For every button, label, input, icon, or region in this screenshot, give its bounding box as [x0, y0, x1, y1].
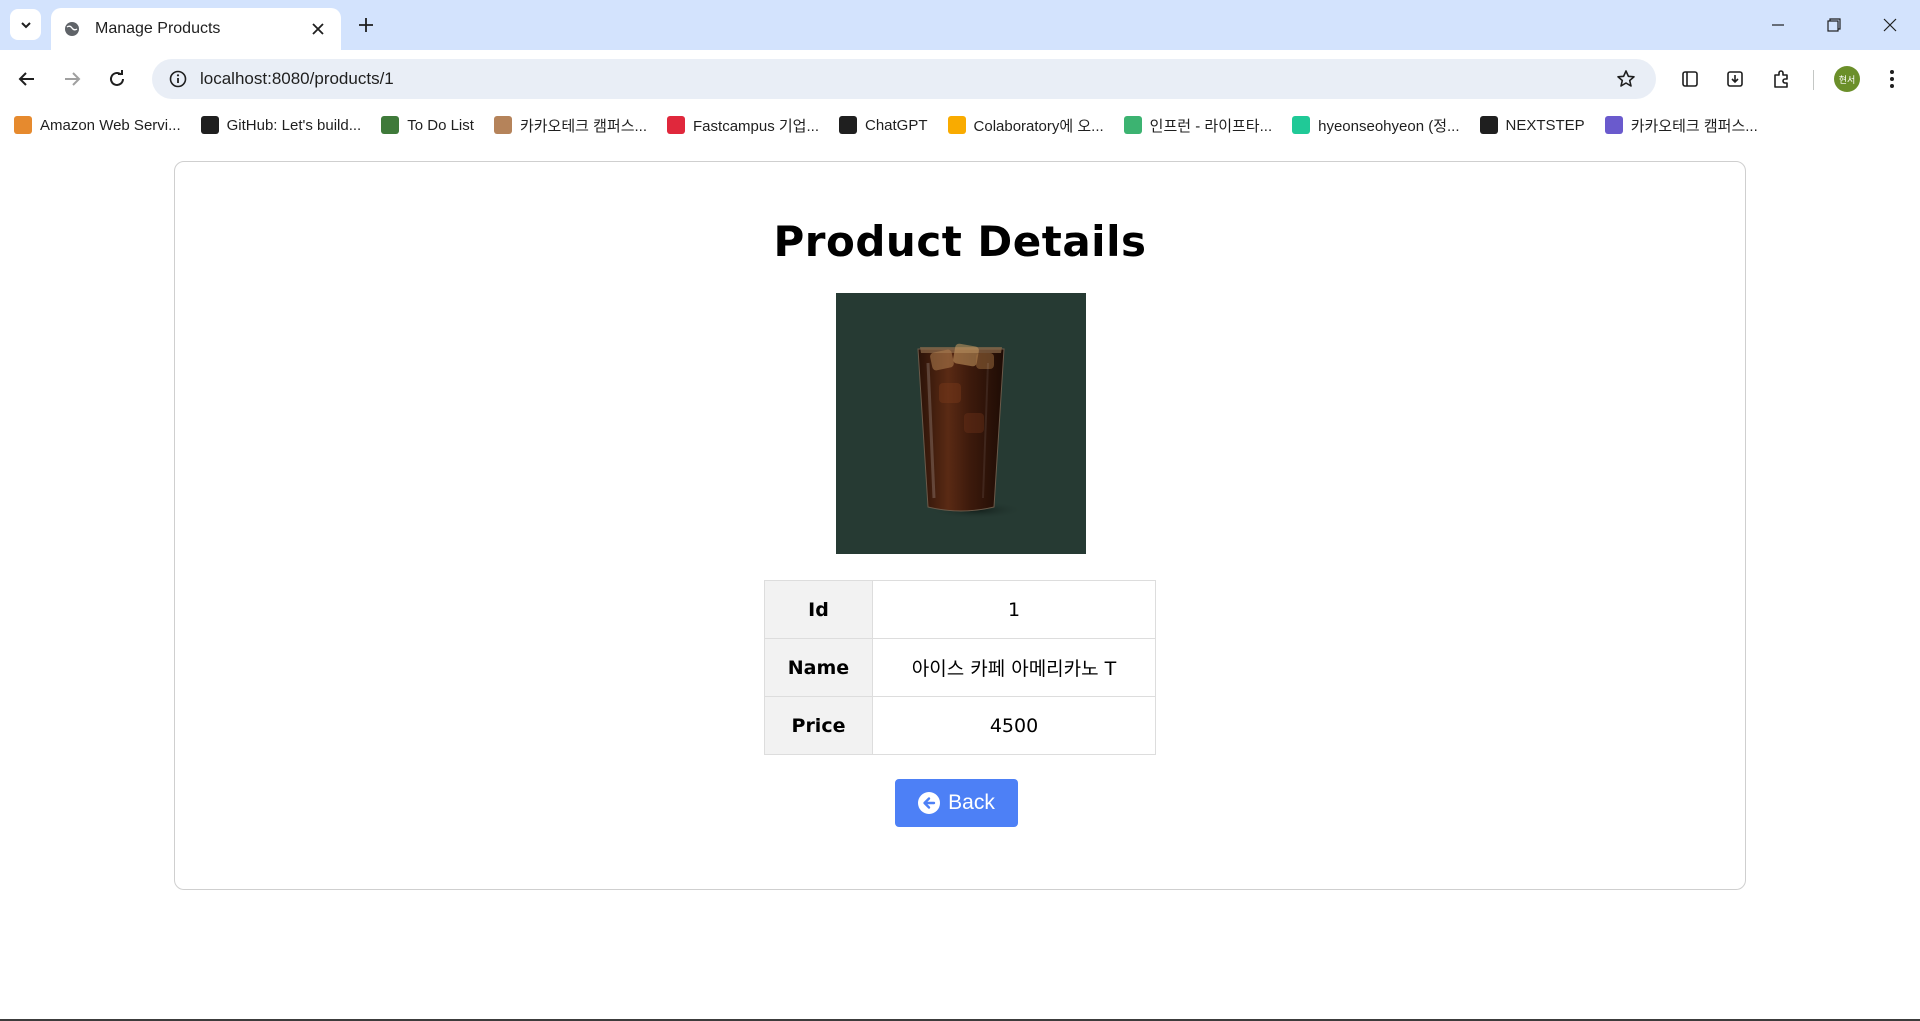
- velog-icon: [1292, 116, 1311, 134]
- chevron-down-icon: [20, 21, 31, 28]
- browser-tab[interactable]: Manage Products: [51, 8, 341, 50]
- restore-button[interactable]: [1806, 0, 1862, 50]
- globe-icon: [63, 20, 81, 38]
- page-content: Product Details Id 1 Name 아이스 카페 아메리카노 T…: [0, 142, 1920, 1021]
- bookmark-label: 카카오테크 캠퍼스...: [519, 117, 648, 135]
- bookmark-item[interactable]: ChatGPT: [838, 116, 928, 134]
- minimize-icon: [1772, 24, 1784, 26]
- bookmark-label: Amazon Web Servi...: [40, 116, 181, 134]
- inflearn-icon: [1123, 116, 1142, 134]
- close-icon: [312, 23, 324, 35]
- github-icon: [200, 116, 219, 134]
- bookmark-item[interactable]: Fastcampus 기업...: [667, 115, 819, 136]
- toolbar-divider: [1813, 70, 1814, 90]
- chatgpt-icon: [838, 116, 857, 134]
- minimize-button[interactable]: [1750, 0, 1806, 50]
- product-card: Product Details Id 1 Name 아이스 카페 아메리카노 T…: [174, 161, 1746, 890]
- tab-title: Manage Products: [95, 20, 221, 37]
- tab-search-button[interactable]: [10, 9, 41, 40]
- bookmark-item[interactable]: Colaboratory에 오...: [947, 115, 1104, 136]
- name-value: 아이스 카페 아메리카노 T: [872, 638, 1156, 697]
- reading-list-icon[interactable]: [1673, 62, 1707, 96]
- table-row: Name 아이스 카페 아메리카노 T: [764, 638, 1156, 697]
- bookmark-item[interactable]: GitHub: Let's build...: [200, 116, 362, 134]
- bookmark-item[interactable]: 카카오테크 캠퍼스...: [493, 115, 648, 136]
- bookmark-item[interactable]: hyeonseohyeon (정...: [1292, 115, 1460, 136]
- bookmark-label: To Do List: [407, 116, 474, 134]
- bookmark-label: 인프런 - 라이프타...: [1149, 117, 1273, 135]
- bookmark-item[interactable]: NEXTSTEP: [1479, 116, 1585, 134]
- name-label: Name: [764, 638, 873, 697]
- id-label: Id: [764, 580, 873, 639]
- bookmark-label: ChatGPT: [864, 116, 928, 134]
- bookmark-item[interactable]: To Do List: [381, 116, 474, 134]
- bookmark-star-icon[interactable]: [1606, 59, 1646, 99]
- bookmark-item[interactable]: 카카오테크 캠퍼스...: [1604, 115, 1758, 136]
- back-button[interactable]: Back: [895, 779, 1018, 827]
- menu-kebab-icon[interactable]: [1875, 62, 1909, 96]
- tab-strip: Manage Products: [0, 0, 1920, 50]
- download-icon[interactable]: [1718, 62, 1752, 96]
- fastcampus-icon: [667, 116, 686, 134]
- bookmark-label: 카카오테크 캠퍼스...: [1630, 117, 1758, 135]
- bookmark-item[interactable]: Amazon Web Servi...: [14, 116, 181, 134]
- site-info-icon[interactable]: [158, 59, 198, 99]
- address-bar[interactable]: localhost:8080/products/1: [152, 59, 1656, 99]
- profile-avatar[interactable]: 현서: [1834, 66, 1860, 92]
- new-tab-button[interactable]: [352, 11, 380, 39]
- plus-icon: [359, 18, 373, 32]
- arrow-right-icon: [65, 72, 81, 86]
- price-label: Price: [764, 696, 873, 755]
- back-button-label: Back: [948, 791, 995, 814]
- table-row: Price 4500: [764, 696, 1156, 755]
- reload-icon: [110, 70, 124, 86]
- page-title: Product Details: [773, 217, 1147, 266]
- product-image: [836, 293, 1086, 554]
- id-value: 1: [872, 580, 1156, 639]
- table-row: Id 1: [764, 580, 1156, 639]
- kakaotech-icon: [1604, 116, 1623, 134]
- restore-icon: [1827, 18, 1841, 32]
- url-text[interactable]: localhost:8080/products/1: [200, 69, 1606, 89]
- close-icon: [1883, 18, 1897, 32]
- bookmark-label: Fastcampus 기업...: [693, 117, 819, 135]
- bookmark-label: hyeonseohyeon (정...: [1318, 117, 1460, 135]
- colab-icon: [947, 116, 966, 134]
- reload-button[interactable]: [100, 62, 134, 96]
- aws-icon: [14, 116, 32, 134]
- bookmark-label: GitHub: Let's build...: [226, 116, 362, 134]
- arrow-circle-left-icon: [918, 792, 941, 814]
- extensions-icon[interactable]: [1764, 62, 1798, 96]
- back-nav-button[interactable]: [10, 62, 44, 96]
- leaf-icon: [381, 116, 400, 134]
- forward-nav-button[interactable]: [55, 62, 89, 96]
- bookmarks-bar: Amazon Web Servi... GitHub: Let's build..…: [0, 108, 1920, 142]
- bookmark-label: Colaboratory에 오...: [973, 117, 1104, 135]
- cookie-icon: [493, 116, 512, 134]
- browser-toolbar: localhost:8080/products/1: [0, 50, 1920, 108]
- nextstep-icon: [1479, 116, 1498, 134]
- bookmark-label: NEXTSTEP: [1505, 116, 1585, 134]
- close-window-button[interactable]: [1862, 0, 1918, 50]
- price-value: 4500: [872, 696, 1156, 755]
- product-details-table: Id 1 Name 아이스 카페 아메리카노 T Price 4500: [764, 580, 1156, 755]
- arrow-left-icon: [18, 72, 34, 86]
- close-tab-button[interactable]: [307, 18, 329, 40]
- bookmark-item[interactable]: 인프런 - 라이프타...: [1123, 115, 1273, 136]
